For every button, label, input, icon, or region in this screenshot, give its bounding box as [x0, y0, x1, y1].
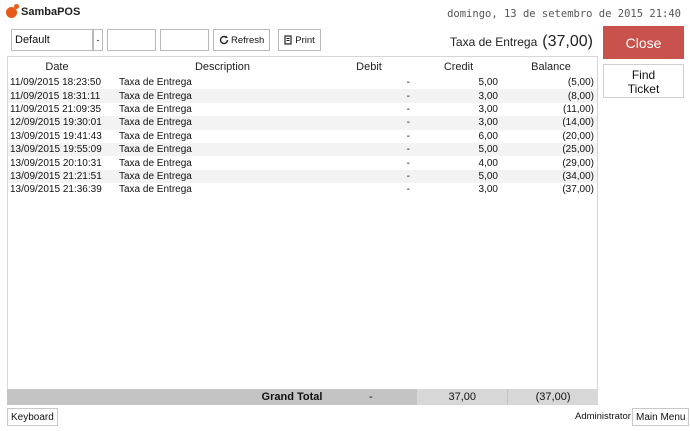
grand-total-row: Grand Total - 37,00 (37,00): [7, 389, 598, 405]
logged-in-user: Administrator: [575, 411, 631, 422]
title-bar: SambaPOS domingo, 13 de setembro de 2015…: [0, 0, 690, 28]
keyboard-button[interactable]: Keyboard: [7, 408, 58, 426]
cell-credit: 4,00: [478, 157, 498, 169]
column-header-description[interactable]: Description: [104, 61, 326, 73]
account-balance: (37,00): [542, 33, 593, 50]
app-logo: SambaPOS: [6, 3, 81, 18]
cell-credit: 3,00: [478, 90, 498, 102]
filter-select[interactable]: Default: [11, 29, 93, 51]
cell-credit: 5,00: [478, 170, 498, 182]
cell-credit: 3,00: [478, 117, 498, 129]
cell-debit: -: [406, 157, 410, 169]
cell-date: 13/09/2015 21:21:51: [10, 170, 102, 182]
cell-debit: -: [406, 77, 410, 89]
filter-dropdown-arrow[interactable]: -: [93, 29, 103, 51]
table-row[interactable]: 13/09/2015 19:41:43 Taxa de Entrega - 6,…: [8, 130, 597, 143]
print-label: Print: [295, 34, 315, 46]
cell-date: 11/09/2015 18:31:11: [10, 90, 101, 102]
cell-description: Taxa de Entrega: [119, 157, 192, 169]
table-body: 11/09/2015 18:23:50 Taxa de Entrega - 5,…: [8, 76, 597, 197]
cell-debit: -: [406, 170, 410, 182]
cell-debit: -: [406, 103, 410, 115]
account-header: Taxa de Entrega (37,00): [450, 33, 593, 51]
cell-balance: (25,00): [562, 144, 594, 156]
grand-total-debit: -: [369, 391, 373, 403]
cell-date: 11/09/2015 18:23:50: [10, 77, 102, 89]
cell-date: 12/09/2015 19:30:01: [10, 117, 102, 129]
cell-description: Taxa de Entrega: [119, 103, 192, 115]
cell-credit: 3,00: [478, 103, 498, 115]
cell-description: Taxa de Entrega: [119, 144, 192, 156]
cell-description: Taxa de Entrega: [119, 77, 192, 89]
column-header-balance[interactable]: Balance: [505, 61, 597, 73]
cell-date: 13/09/2015 19:41:43: [10, 130, 102, 142]
cell-balance: (37,00): [562, 184, 594, 196]
column-header-credit[interactable]: Credit: [412, 61, 505, 73]
grand-total-balance: (37,00): [508, 389, 598, 405]
print-button[interactable]: Print: [278, 29, 321, 51]
cell-credit: 5,00: [478, 144, 498, 156]
current-datetime: domingo, 13 de setembro de 2015 21:40: [447, 8, 681, 20]
table-row[interactable]: 11/09/2015 18:23:50 Taxa de Entrega - 5,…: [8, 76, 597, 89]
table-row[interactable]: 11/09/2015 21:09:35 Taxa de Entrega - 3,…: [8, 103, 597, 116]
table-row[interactable]: 11/09/2015 18:31:11 Taxa de Entrega - 3,…: [8, 89, 597, 103]
refresh-label: Refresh: [231, 34, 265, 46]
date-to-input[interactable]: [160, 29, 209, 51]
cell-balance: (34,00): [562, 170, 594, 182]
cell-description: Taxa de Entrega: [119, 130, 192, 142]
table-row[interactable]: 13/09/2015 21:36:39 Taxa de Entrega - 3,…: [8, 183, 597, 196]
cell-debit: -: [406, 130, 410, 142]
close-button[interactable]: Close: [603, 26, 684, 59]
table-header: Date Description Debit Credit Balance: [8, 57, 597, 76]
grand-total-label: Grand Total: [261, 391, 323, 403]
find-ticket-label-line1: Find: [631, 68, 656, 82]
cell-description: Taxa de Entrega: [119, 184, 192, 196]
cell-balance: (29,00): [562, 157, 594, 169]
cell-debit: -: [406, 117, 410, 129]
cell-balance: (11,00): [563, 103, 594, 115]
cell-date: 11/09/2015 21:09:35: [10, 103, 102, 115]
cell-date: 13/09/2015 19:55:09: [10, 144, 102, 156]
cell-description: Taxa de Entrega: [119, 117, 192, 129]
cell-description: Taxa de Entrega: [119, 90, 192, 102]
account-transactions-table: Date Description Debit Credit Balance 11…: [7, 56, 598, 404]
cell-credit: 6,00: [478, 130, 498, 142]
column-header-debit[interactable]: Debit: [326, 61, 412, 73]
cell-debit: -: [406, 90, 410, 102]
sambapos-logo-icon: [6, 3, 19, 18]
table-row[interactable]: 13/09/2015 21:21:51 Taxa de Entrega - 5,…: [8, 169, 597, 184]
cell-balance: (5,00): [567, 77, 594, 89]
find-ticket-label-line2: Ticket: [627, 82, 660, 96]
cell-date: 13/09/2015 20:10:31: [10, 157, 102, 169]
account-name: Taxa de Entrega: [449, 35, 538, 49]
table-row[interactable]: 12/09/2015 19:30:01 Taxa de Entrega - 3,…: [8, 116, 597, 130]
column-header-date[interactable]: Date: [8, 61, 104, 73]
date-from-input[interactable]: [107, 29, 156, 51]
cell-credit: 3,00: [478, 184, 498, 196]
cell-date: 13/09/2015 21:36:39: [10, 184, 102, 196]
cell-debit: -: [406, 144, 410, 156]
cell-credit: 5,00: [478, 77, 498, 89]
cell-balance: (20,00): [562, 130, 594, 142]
refresh-icon: [219, 35, 229, 45]
print-icon: [284, 35, 292, 45]
cell-description: Taxa de Entrega: [119, 170, 192, 182]
table-row[interactable]: 13/09/2015 20:10:31 Taxa de Entrega - 4,…: [8, 156, 597, 169]
app-name: SambaPOS: [21, 6, 81, 18]
cell-debit: -: [406, 184, 410, 196]
filter-toolbar: Default - Refresh Print: [11, 29, 321, 51]
grand-total-credit: 37,00: [417, 389, 508, 405]
cell-balance: (8,00): [567, 90, 594, 102]
refresh-button[interactable]: Refresh: [213, 29, 271, 51]
find-ticket-button[interactable]: Find Ticket: [603, 64, 684, 98]
cell-balance: (14,00): [562, 117, 594, 129]
table-row[interactable]: 13/09/2015 19:55:09 Taxa de Entrega - 5,…: [8, 142, 597, 157]
main-menu-button[interactable]: Main Menu: [632, 408, 690, 426]
